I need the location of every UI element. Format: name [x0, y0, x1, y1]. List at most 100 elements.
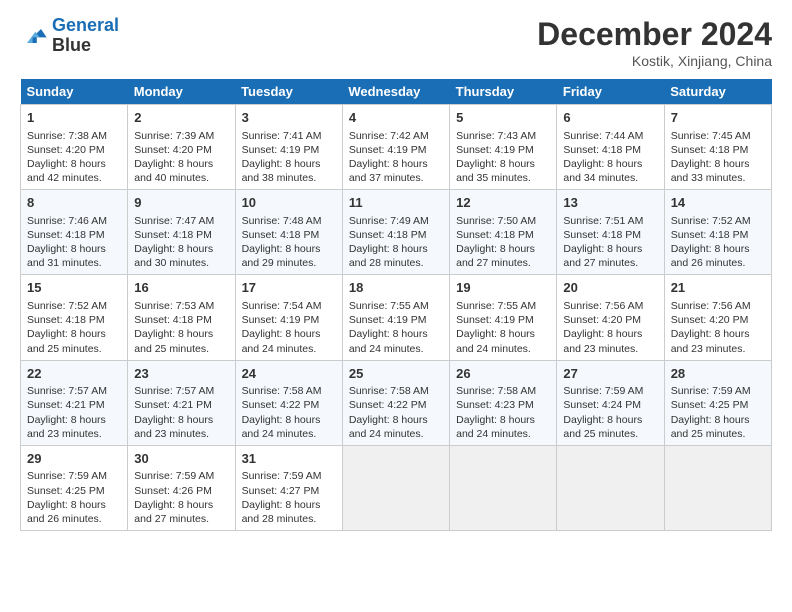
sunset-label: Sunset: 4:19 PM	[349, 144, 427, 156]
calendar-cell: 12 Sunrise: 7:50 AM Sunset: 4:18 PM Dayligh…	[450, 190, 557, 275]
sunset-label: Sunset: 4:18 PM	[563, 229, 641, 241]
daylight-label: Daylight: 8 hours and 24 minutes.	[349, 414, 428, 440]
calendar-cell	[342, 445, 449, 530]
calendar-cell: 14Sunrise: 7:52 AMSunset: 4:18 PMDayligh…	[664, 190, 771, 275]
calendar-cell: 11 Sunrise: 7:49 AM Sunset: 4:18 PM Dayligh…	[342, 190, 449, 275]
sunset-label: Sunset: 4:27 PM	[242, 485, 320, 497]
logo-text: General Blue	[52, 16, 119, 56]
daylight-label: Daylight: 8 hours and 24 minutes.	[242, 414, 321, 440]
day-number: 1	[27, 109, 121, 127]
daylight-label: Daylight: 8 hours and 23 minutes.	[134, 414, 213, 440]
daylight-label: Daylight: 8 hours and 25 minutes.	[134, 328, 213, 354]
sunrise-label: Sunrise: 7:58 AM	[242, 385, 322, 397]
daylight-label: Daylight: 8 hours and 27 minutes.	[456, 243, 535, 269]
sunrise-label: Sunrise: 7:59 AM	[563, 385, 643, 397]
daylight-label: Daylight: 8 hours and 35 minutes.	[456, 158, 535, 184]
daylight-label: Daylight: 8 hours and 23 minutes.	[563, 328, 642, 354]
sunset-label: Sunset: 4:25 PM	[671, 399, 749, 411]
daylight-label: Daylight: 8 hours and 30 minutes.	[134, 243, 213, 269]
calendar-cell: 26Sunrise: 7:58 AMSunset: 4:23 PMDayligh…	[450, 360, 557, 445]
sunset-label: Sunset: 4:22 PM	[242, 399, 320, 411]
sunrise-label: Sunrise: 7:59 AM	[242, 470, 322, 482]
daylight-label: Daylight: 8 hours and 29 minutes.	[242, 243, 321, 269]
calendar-cell: 17Sunrise: 7:54 AMSunset: 4:19 PMDayligh…	[235, 275, 342, 360]
sunset-label: Sunset: 4:18 PM	[349, 229, 427, 241]
sunrise-label: Sunrise: 7:47 AM	[134, 215, 214, 227]
sunrise-label: Sunrise: 7:52 AM	[671, 215, 751, 227]
sunrise-label: Sunrise: 7:41 AM	[242, 130, 322, 142]
day-number: 23	[134, 365, 228, 383]
calendar-cell: 13Sunrise: 7:51 AMSunset: 4:18 PMDayligh…	[557, 190, 664, 275]
sunrise-label: Sunrise: 7:58 AM	[349, 385, 429, 397]
calendar-cell: 31 Sunrise: 7:59 AM Sunset: 4:27 PM Dayligh…	[235, 445, 342, 530]
calendar-cell: 2Sunrise: 7:39 AMSunset: 4:20 PMDaylight…	[128, 105, 235, 190]
sunrise-label: Sunrise: 7:45 AM	[671, 130, 751, 142]
sunrise-label: Sunrise: 7:59 AM	[27, 470, 107, 482]
day-number: 11	[349, 194, 443, 212]
sunset-label: Sunset: 4:18 PM	[456, 229, 534, 241]
calendar-cell: 8Sunrise: 7:46 AMSunset: 4:18 PMDaylight…	[21, 190, 128, 275]
day-number: 24	[242, 365, 336, 383]
sunset-label: Sunset: 4:20 PM	[563, 314, 641, 326]
day-number: 30	[134, 450, 228, 468]
day-number: 4	[349, 109, 443, 127]
month-title: December 2024	[537, 16, 772, 53]
sunrise-label: Sunrise: 7:49 AM	[349, 215, 429, 227]
daylight-label: Daylight: 8 hours and 28 minutes.	[349, 243, 428, 269]
sunset-label: Sunset: 4:21 PM	[27, 399, 105, 411]
calendar-cell: 23Sunrise: 7:57 AMSunset: 4:21 PMDayligh…	[128, 360, 235, 445]
calendar-cell: 16Sunrise: 7:53 AMSunset: 4:18 PMDayligh…	[128, 275, 235, 360]
sunrise-label: Sunrise: 7:38 AM	[27, 130, 107, 142]
day-number: 6	[563, 109, 657, 127]
sunrise-label: Sunrise: 7:57 AM	[27, 385, 107, 397]
sunrise-label: Sunrise: 7:55 AM	[456, 300, 536, 312]
calendar-cell: 28Sunrise: 7:59 AMSunset: 4:25 PMDayligh…	[664, 360, 771, 445]
sunset-label: Sunset: 4:18 PM	[563, 144, 641, 156]
daylight-label: Daylight: 8 hours and 34 minutes.	[563, 158, 642, 184]
sunrise-label: Sunrise: 7:56 AM	[563, 300, 643, 312]
day-number: 3	[242, 109, 336, 127]
title-block: December 2024 Kostik, Xinjiang, China	[537, 16, 772, 69]
location: Kostik, Xinjiang, China	[537, 53, 772, 69]
day-number: 19	[456, 279, 550, 297]
daylight-label: Daylight: 8 hours and 23 minutes.	[27, 414, 106, 440]
day-number: 25	[349, 365, 443, 383]
day-number: 31	[242, 450, 336, 468]
sunrise-label: Sunrise: 7:58 AM	[456, 385, 536, 397]
sunset-label: Sunset: 4:20 PM	[671, 314, 749, 326]
col-saturday: Saturday	[664, 79, 771, 105]
day-number: 13	[563, 194, 657, 212]
calendar-cell: 25Sunrise: 7:58 AMSunset: 4:22 PMDayligh…	[342, 360, 449, 445]
daylight-label: Daylight: 8 hours and 25 minutes.	[671, 414, 750, 440]
calendar-cell: 29Sunrise: 7:59 AMSunset: 4:25 PMDayligh…	[21, 445, 128, 530]
sunset-label: Sunset: 4:19 PM	[242, 314, 320, 326]
day-number: 16	[134, 279, 228, 297]
sunset-label: Sunset: 4:18 PM	[134, 314, 212, 326]
sunrise-label: Sunrise: 7:50 AM	[456, 215, 536, 227]
daylight-label: Daylight: 8 hours and 31 minutes.	[27, 243, 106, 269]
daylight-label: Daylight: 8 hours and 27 minutes.	[134, 499, 213, 525]
sunset-label: Sunset: 4:21 PM	[134, 399, 212, 411]
sunrise-label: Sunrise: 7:44 AM	[563, 130, 643, 142]
daylight-label: Daylight: 8 hours and 26 minutes.	[27, 499, 106, 525]
sunrise-label: Sunrise: 7:42 AM	[349, 130, 429, 142]
day-number: 22	[27, 365, 121, 383]
day-number: 27	[563, 365, 657, 383]
daylight-label: Daylight: 8 hours and 25 minutes.	[27, 328, 106, 354]
calendar-week-5: 29Sunrise: 7:59 AMSunset: 4:25 PMDayligh…	[21, 445, 772, 530]
day-number: 17	[242, 279, 336, 297]
daylight-label: Daylight: 8 hours and 38 minutes.	[242, 158, 321, 184]
sunset-label: Sunset: 4:18 PM	[27, 314, 105, 326]
day-number: 12	[456, 194, 550, 212]
daylight-label: Daylight: 8 hours and 28 minutes.	[242, 499, 321, 525]
daylight-label: Daylight: 8 hours and 24 minutes.	[456, 414, 535, 440]
logo-icon	[20, 22, 48, 50]
sunset-label: Sunset: 4:25 PM	[27, 485, 105, 497]
calendar-cell: 21Sunrise: 7:56 AMSunset: 4:20 PMDayligh…	[664, 275, 771, 360]
calendar-cell: 20Sunrise: 7:56 AMSunset: 4:20 PMDayligh…	[557, 275, 664, 360]
daylight-label: Daylight: 8 hours and 42 minutes.	[27, 158, 106, 184]
day-number: 5	[456, 109, 550, 127]
calendar-week-2: 8Sunrise: 7:46 AMSunset: 4:18 PMDaylight…	[21, 190, 772, 275]
sunset-label: Sunset: 4:20 PM	[134, 144, 212, 156]
sunset-label: Sunset: 4:19 PM	[242, 144, 320, 156]
